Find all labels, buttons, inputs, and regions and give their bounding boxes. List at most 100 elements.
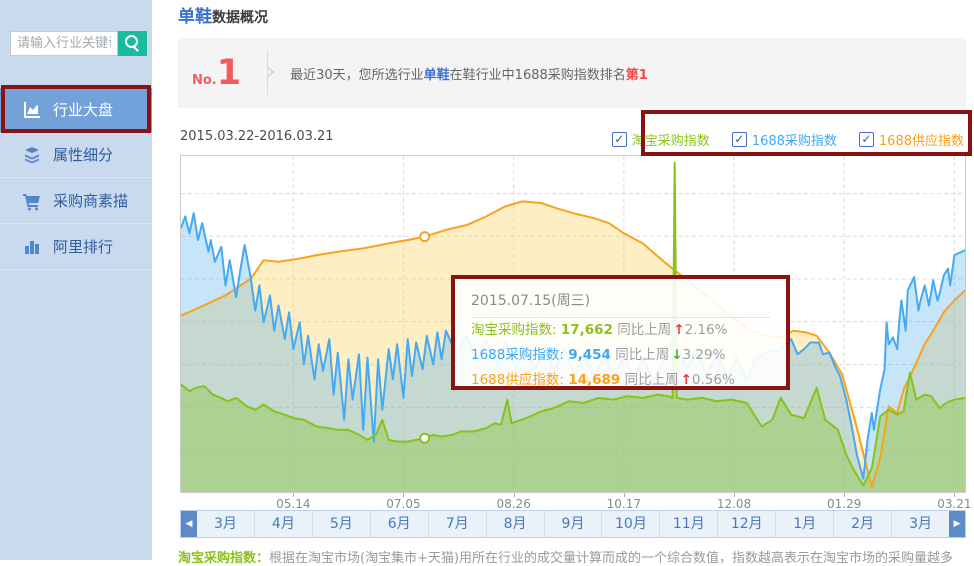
month-cell[interactable]: 5月 [312, 511, 370, 537]
month-cell[interactable]: 7月 [428, 511, 486, 537]
search-input[interactable] [10, 31, 118, 56]
month-cell[interactable]: 11月 [659, 511, 717, 537]
tooltip-row-text: 9,454 [568, 347, 611, 363]
search-row [10, 31, 147, 56]
search-button[interactable] [118, 31, 147, 56]
rank-text-rank: 第1 [626, 68, 648, 83]
legend-label: 淘宝采购指数 [632, 130, 710, 149]
x-axis-tick-label: 01.29 [816, 497, 872, 511]
page-title: 单鞋数据概况 [178, 2, 268, 27]
checkbox-checked-icon[interactable]: ✓ [859, 132, 874, 147]
pager-next-button[interactable]: ▶ [949, 511, 965, 537]
month-cell[interactable]: 12月 [717, 511, 775, 537]
month-cell[interactable]: 2月 [833, 511, 891, 537]
sidebar-item-label: 属性细分 [53, 144, 113, 165]
search-icon [125, 35, 138, 48]
rank-text-middle: 在鞋行业中1688采购指数排名 [450, 68, 626, 83]
tooltip-row-text: 14,689 [568, 372, 620, 388]
rank-number: No.1 [192, 56, 241, 91]
cart-icon [22, 191, 42, 211]
x-axis-tick-label: 08.26 [486, 497, 542, 511]
arrow-down-icon: ↓ [671, 347, 682, 363]
x-axis-tick [293, 493, 294, 497]
tooltip-row-text: 1688采购指数: [471, 347, 568, 363]
legend-item-1688-caigou[interactable]: ✓ 1688采购指数 [732, 130, 837, 149]
sidebar-item-shuxing-xifen[interactable]: 属性细分 [0, 132, 152, 178]
legend-label: 1688供应指数 [879, 130, 964, 149]
tooltip-row-text: 同比上周 [613, 322, 671, 338]
x-axis-tick-label: 12.08 [706, 497, 762, 511]
bar-chart-icon [22, 237, 42, 257]
month-cell[interactable]: 1月 [775, 511, 833, 537]
rank-banner: No.1 最近30天，您所选行业单鞋在鞋行业中1688采购指数排名第1 [178, 38, 966, 108]
tooltip-date: 2015.07.15(周三) [471, 287, 770, 317]
tooltip-row-text: 淘宝采购指数: [471, 322, 561, 338]
x-axis-tick-label: 10.17 [596, 497, 652, 511]
chevron-right-icon [262, 66, 273, 77]
chart-legend: ✓ 淘宝采购指数 ✓ 1688采购指数 ✓ 1688供应指数 [612, 130, 964, 149]
tooltip-row-text: 3.29% [683, 347, 726, 363]
tooltip-row-text: 2.16% [685, 322, 728, 338]
banner-divider [267, 51, 268, 95]
rank-no-label: No. [192, 73, 217, 88]
rank-text-keyword: 单鞋 [424, 68, 450, 83]
area-chart-icon [22, 100, 42, 120]
tooltip-row-text: 同比上周 [611, 347, 669, 363]
x-axis-tick-label: 03.21 [926, 497, 974, 511]
footnote-label: 淘宝采购指数： [178, 551, 269, 566]
x-axis-tick [954, 493, 955, 497]
tooltip-row-text: 17,662 [561, 322, 613, 338]
legend-label: 1688采购指数 [752, 130, 837, 149]
sidebar-item-label: 行业大盘 [53, 99, 113, 120]
sidebar: 行业大盘属性细分采购商素描阿里排行 [0, 0, 152, 560]
sidebar-item-caigoushang-sumiao[interactable]: 采购商素描 [0, 178, 152, 224]
pager-prev-button[interactable]: ◀ [181, 511, 197, 537]
arrow-up-icon: ↑ [673, 322, 684, 338]
rank-no-value: 1 [217, 56, 241, 91]
page-title-suffix: 数据概况 [212, 7, 268, 27]
month-cell[interactable]: 3月 [891, 511, 949, 537]
tooltip-row: 1688采购指数: 9,454 同比上周↓3.29% [471, 343, 770, 368]
x-axis-tick [844, 493, 845, 497]
layers-icon [22, 145, 42, 165]
arrow-up-icon: ↑ [681, 372, 692, 388]
x-axis-tick [734, 493, 735, 497]
month-cell[interactable]: 4月 [254, 511, 312, 537]
checkbox-checked-icon[interactable]: ✓ [732, 132, 747, 147]
tooltip-row-text: 同比上周 [620, 372, 678, 388]
checkbox-checked-icon[interactable]: ✓ [612, 132, 627, 147]
month-cell[interactable]: 6月 [370, 511, 428, 537]
month-pager: ◀ 3月4月5月6月7月8月9月10月11月12月1月2月3月 ▶ [180, 510, 966, 538]
chart-tooltip: 2015.07.15(周三) 淘宝采购指数: 17,662 同比上周↑2.16%… [455, 279, 786, 386]
x-axis-tick [403, 493, 404, 497]
month-cell[interactable]: 3月 [197, 511, 254, 537]
x-axis-tick-label: 07.05 [375, 497, 431, 511]
tooltip-row-text: 0.56% [692, 372, 735, 388]
sidebar-item-ali-paihang[interactable]: 阿里排行 [0, 224, 152, 270]
chart-date-range: 2015.03.22-2016.03.21 [180, 129, 334, 144]
sidebar-nav: 行业大盘属性细分采购商素描阿里排行 [0, 88, 152, 270]
x-axis-tick [514, 493, 515, 497]
rank-text-prefix: 最近30天，您所选行业 [290, 68, 424, 83]
pager-cells: 3月4月5月6月7月8月9月10月11月12月1月2月3月 [197, 511, 949, 537]
tooltip-row: 1688供应指数: 14,689 同比上周↑0.56% [471, 368, 770, 393]
x-axis-tick-label: 05.14 [265, 497, 321, 511]
month-cell[interactable]: 9月 [544, 511, 602, 537]
tooltip-rows: 淘宝采购指数: 17,662 同比上周↑2.16%1688采购指数: 9,454… [471, 318, 770, 393]
month-cell[interactable]: 10月 [601, 511, 659, 537]
footnote: 淘宝采购指数：根据在淘宝市场(淘宝集市+天猫)用所在行业的成交量计算而成的一个综… [178, 547, 974, 566]
hover-marker [420, 434, 429, 443]
sidebar-item-hangye-dapan[interactable]: 行业大盘 [0, 88, 152, 132]
footnote-text: 根据在淘宝市场(淘宝集市+天猫)用所在行业的成交量计算而成的一个综合数值，指数越… [269, 551, 953, 566]
tooltip-row: 淘宝采购指数: 17,662 同比上周↑2.16% [471, 318, 770, 343]
legend-item-taobao-caigou[interactable]: ✓ 淘宝采购指数 [612, 130, 710, 149]
sidebar-item-label: 阿里排行 [53, 236, 113, 257]
hover-marker [420, 232, 429, 241]
month-cell[interactable]: 8月 [486, 511, 544, 537]
sidebar-item-label: 采购商素描 [53, 190, 128, 211]
rank-banner-text: 最近30天，您所选行业单鞋在鞋行业中1688采购指数排名第1 [290, 64, 648, 83]
tooltip-row-text: 1688供应指数: [471, 372, 568, 388]
page-title-keyword: 单鞋 [178, 2, 212, 27]
x-axis-tick [624, 493, 625, 497]
legend-item-1688-gongying[interactable]: ✓ 1688供应指数 [859, 130, 964, 149]
